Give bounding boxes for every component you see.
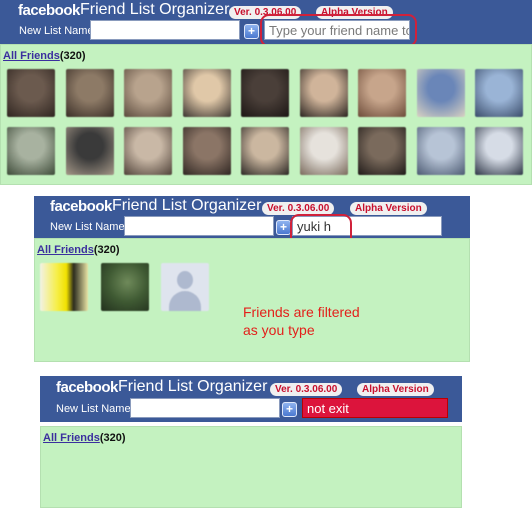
friend-photo[interactable] bbox=[65, 69, 114, 117]
new-list-name-input[interactable] bbox=[124, 216, 274, 236]
friend-photo[interactable] bbox=[161, 263, 209, 311]
all-friends-heading: All Friends(320) bbox=[37, 244, 120, 256]
friend-photo[interactable] bbox=[416, 69, 465, 117]
friend-photo[interactable] bbox=[358, 69, 406, 117]
friend-photo[interactable] bbox=[182, 127, 231, 175]
new-list-name-input[interactable] bbox=[130, 398, 280, 418]
all-friends-link[interactable]: All Friends bbox=[43, 432, 100, 444]
app-title: Friend List Organizer bbox=[112, 197, 262, 214]
add-list-button[interactable]: + bbox=[276, 220, 291, 235]
default-avatar-icon bbox=[177, 271, 193, 289]
version-badge: Ver. 0.3.06.00 bbox=[270, 383, 343, 396]
plus-icon: + bbox=[247, 24, 255, 38]
app-title: Friend List Organizer bbox=[118, 378, 268, 395]
friend-filter-input[interactable]: not exit bbox=[302, 398, 448, 418]
plus-icon: + bbox=[285, 402, 293, 416]
friend-photo[interactable] bbox=[7, 127, 55, 175]
add-list-button[interactable]: + bbox=[282, 402, 297, 417]
all-friends-heading: All Friends(320) bbox=[3, 50, 86, 62]
alpha-badge: Alpha Version bbox=[350, 202, 427, 215]
friends-area: All Friends(320) bbox=[0, 44, 532, 185]
friend-photo[interactable] bbox=[241, 69, 289, 117]
friends-count: (320) bbox=[93, 244, 120, 256]
friend-photo[interactable] bbox=[124, 69, 172, 117]
friends-count: (320) bbox=[59, 50, 86, 62]
add-list-button[interactable]: + bbox=[244, 24, 259, 39]
friend-photo[interactable] bbox=[475, 69, 523, 117]
facebook-logo: facebook bbox=[18, 2, 80, 19]
friend-photo[interactable] bbox=[241, 127, 289, 175]
organizer-panel-filtered: facebook Friend List Organizer Ver. 0.3.… bbox=[34, 196, 470, 362]
all-friends-link[interactable]: All Friends bbox=[37, 244, 94, 256]
annotation-note: Friends are filtered as you type bbox=[243, 304, 360, 338]
friend-photo[interactable] bbox=[101, 263, 149, 311]
friend-photo[interactable] bbox=[182, 69, 231, 117]
friends-area: All Friends(320) Friends are filtered as… bbox=[34, 238, 470, 362]
new-list-name-input[interactable] bbox=[90, 20, 240, 40]
friend-photo[interactable] bbox=[358, 127, 406, 175]
friends-count: (320) bbox=[99, 432, 126, 444]
app-header: facebook Friend List Organizer Ver. 0.3.… bbox=[40, 376, 462, 422]
new-list-label: New List Name bbox=[56, 403, 131, 415]
organizer-panel-no-match: facebook Friend List Organizer Ver. 0.3.… bbox=[40, 376, 462, 508]
organizer-panel-full-list: facebook Friend List Organizer Ver. 0.3.… bbox=[0, 0, 532, 185]
app-title: Friend List Organizer bbox=[80, 1, 230, 18]
friend-photo[interactable] bbox=[416, 127, 465, 175]
friend-photo[interactable] bbox=[7, 69, 55, 117]
friend-photo[interactable] bbox=[299, 127, 348, 175]
all-friends-heading: All Friends(320) bbox=[43, 432, 126, 444]
all-friends-link[interactable]: All Friends bbox=[3, 50, 60, 62]
friends-area: All Friends(320) bbox=[40, 426, 462, 508]
friend-photo[interactable] bbox=[124, 127, 172, 175]
alpha-badge: Alpha Version bbox=[357, 383, 434, 396]
friend-photo[interactable] bbox=[475, 127, 523, 175]
plus-icon: + bbox=[279, 220, 287, 234]
new-list-label: New List Name bbox=[19, 25, 94, 37]
facebook-logo: facebook bbox=[50, 198, 112, 215]
friend-photo[interactable] bbox=[299, 69, 348, 117]
filter-highlight-circle bbox=[260, 14, 417, 47]
new-list-label: New List Name bbox=[50, 221, 125, 233]
facebook-logo: facebook bbox=[56, 379, 118, 396]
app-header: facebook Friend List Organizer Ver. 0.3.… bbox=[34, 196, 470, 238]
friend-photo[interactable] bbox=[40, 263, 88, 311]
friend-photo[interactable] bbox=[65, 127, 114, 175]
